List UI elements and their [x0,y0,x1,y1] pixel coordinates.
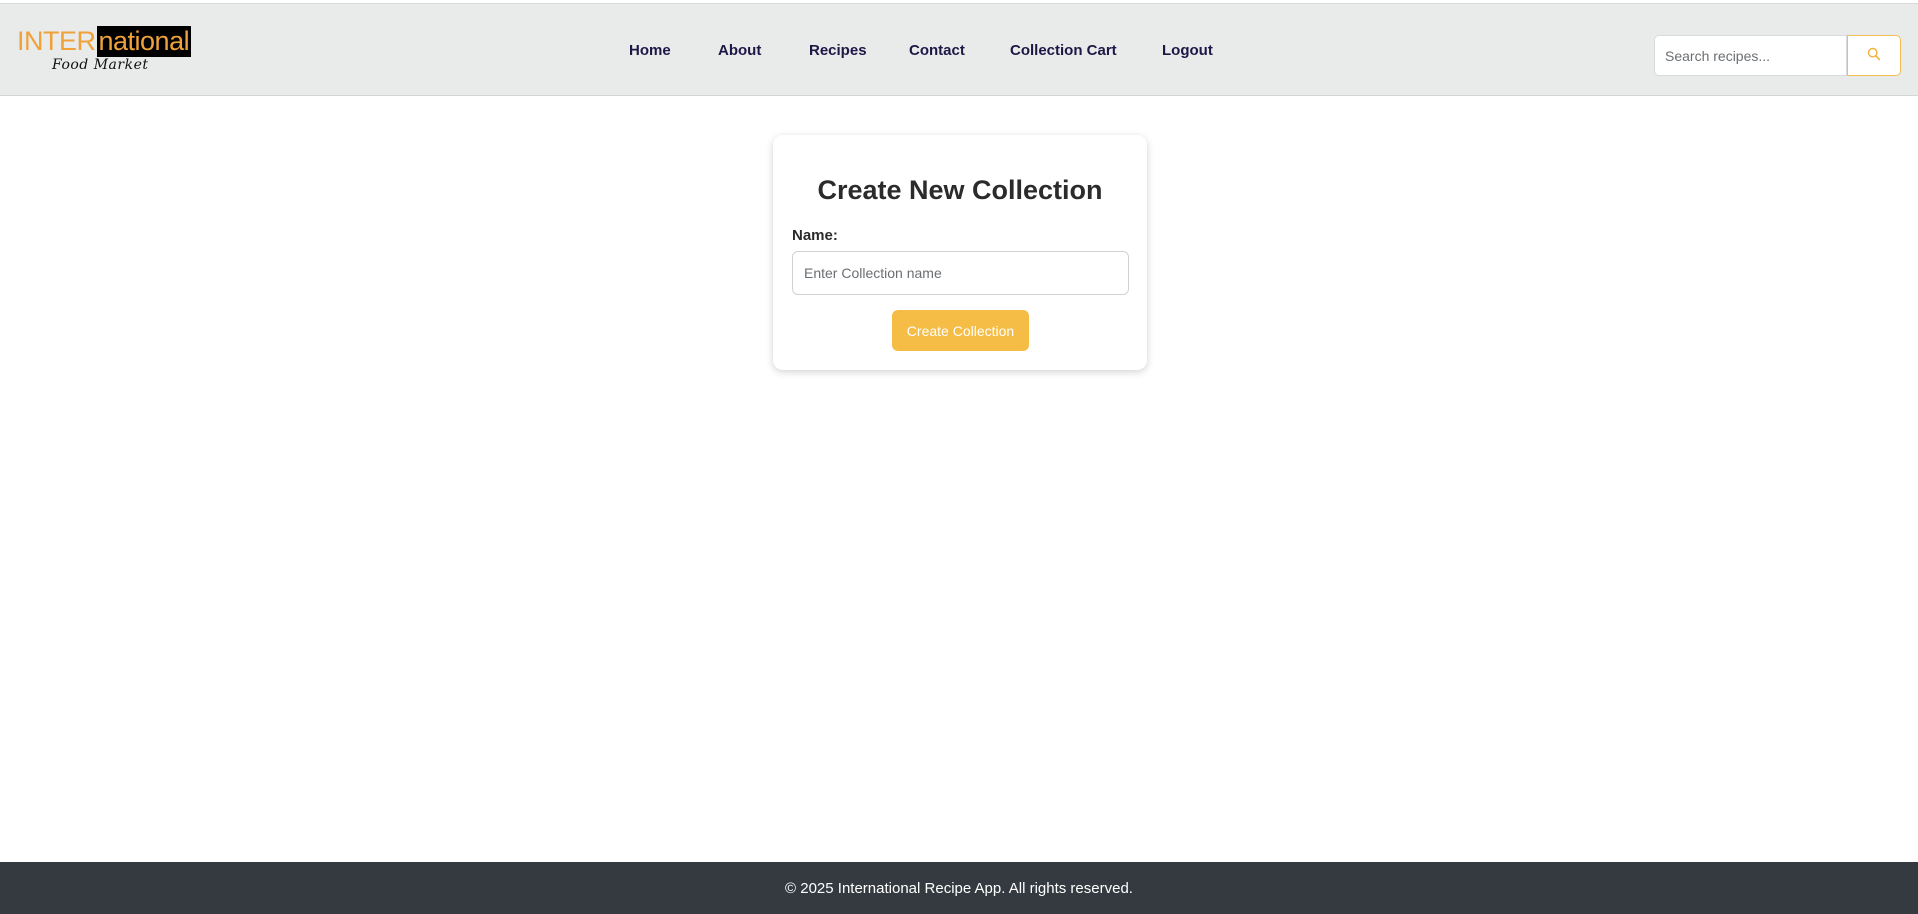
navbar: INTER national Food Market Home About Rec… [0,4,1918,96]
nav-home[interactable]: Home [629,42,671,59]
logo-subtitle: Food Market [52,57,149,73]
footer: © 2025 International Recipe App. All rig… [0,862,1918,914]
create-collection-card: Create New Collection Name: Create Colle… [773,135,1147,370]
logo-part-inter: INTER [17,26,96,56]
nav-logout[interactable]: Logout [1162,42,1213,59]
brand-logo[interactable]: INTER national Food Market [17,26,192,78]
search-input[interactable] [1654,35,1847,76]
search-form [1654,35,1901,76]
footer-copyright: © 2025 International Recipe App. All rig… [785,879,1133,897]
logo-wordmark: INTER national [17,26,192,57]
nav-collection-cart[interactable]: Collection Cart [1010,42,1117,59]
page-title: Create New Collection [817,175,1103,205]
create-collection-button[interactable]: Create Collection [892,310,1029,351]
nav-contact[interactable]: Contact [909,42,965,59]
nav-recipes[interactable]: Recipes [809,42,867,59]
name-label: Name: [792,227,838,244]
collection-name-input[interactable] [792,251,1129,295]
nav-about[interactable]: About [718,42,761,59]
search-button[interactable] [1847,35,1901,76]
search-icon [1867,46,1881,65]
logo-part-national: national [96,26,192,57]
